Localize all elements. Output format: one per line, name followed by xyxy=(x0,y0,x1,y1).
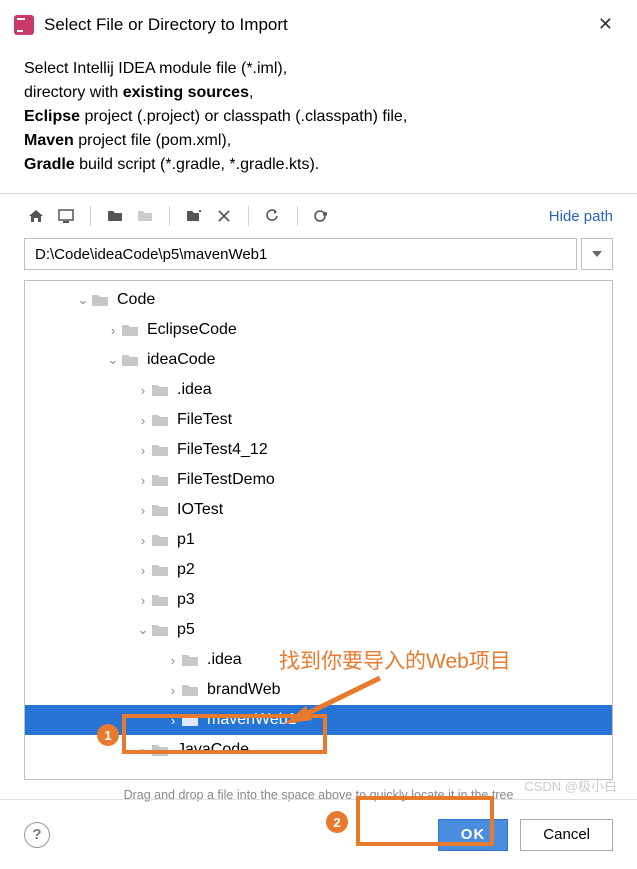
tree-node[interactable]: ⌄ Code xyxy=(25,285,612,315)
chevron-right-icon[interactable]: › xyxy=(135,413,151,428)
hide-path-link[interactable]: Hide path xyxy=(549,208,613,225)
watermark: CSDN @极小白 xyxy=(524,776,617,795)
folder-icon xyxy=(121,352,141,368)
tree-node-label: Code xyxy=(117,291,155,309)
dialog-title: Select File or Directory to Import xyxy=(44,15,578,35)
chevron-right-icon[interactable]: › xyxy=(135,443,151,458)
close-icon[interactable]: ✕ xyxy=(588,10,623,39)
chevron-down-icon[interactable]: ⌄ xyxy=(135,622,151,638)
separator xyxy=(297,206,298,226)
chevron-right-icon[interactable]: › xyxy=(135,533,151,548)
tree-node-label: .idea xyxy=(207,651,242,669)
tree-node[interactable]: › FileTest4_12 xyxy=(25,435,612,465)
chevron-right-icon[interactable]: › xyxy=(165,683,181,698)
home-icon[interactable] xyxy=(24,204,48,228)
cancel-button[interactable]: Cancel xyxy=(520,819,613,851)
tree-node[interactable]: › FileTest xyxy=(25,405,612,435)
tree-node-label: FileTest xyxy=(177,411,232,429)
tree-node[interactable]: › p2 xyxy=(25,555,612,585)
dialog-description: Select Intellij IDEA module file (*.iml)… xyxy=(0,47,637,185)
folder-icon xyxy=(151,742,171,758)
folder-icon xyxy=(181,712,201,728)
tree-node-label: mavenWeb1 xyxy=(207,711,297,729)
tree-node-label: brandWeb xyxy=(207,681,281,699)
tree-node-label: EclipseCode xyxy=(147,321,237,339)
chevron-right-icon[interactable]: › xyxy=(135,743,151,758)
chevron-right-icon[interactable]: › xyxy=(135,383,151,398)
chevron-right-icon[interactable]: › xyxy=(135,473,151,488)
tree-node[interactable]: › IOTest xyxy=(25,495,612,525)
folder-icon xyxy=(151,562,171,578)
tree-node[interactable]: › FileTestDemo xyxy=(25,465,612,495)
folder-icon xyxy=(151,472,171,488)
desktop-icon[interactable] xyxy=(54,204,78,228)
annotation-badge-2: 2 xyxy=(326,811,348,833)
chevron-down-icon[interactable]: ⌄ xyxy=(75,292,91,308)
chevron-right-icon[interactable]: › xyxy=(135,503,151,518)
tree-node[interactable]: ⌄ ideaCode xyxy=(25,345,612,375)
tree-node-label: p2 xyxy=(177,561,195,579)
path-input[interactable] xyxy=(24,238,577,270)
help-button[interactable]: ? xyxy=(24,822,50,848)
folder-icon xyxy=(151,622,171,638)
annotation-badge-1: 1 xyxy=(97,724,119,746)
show-hidden-icon[interactable] xyxy=(310,204,334,228)
chevron-right-icon[interactable]: › xyxy=(105,323,121,338)
annotation-text: 找到你要导入的Web项目 xyxy=(279,645,511,675)
folder-icon xyxy=(151,592,171,608)
chevron-right-icon[interactable]: › xyxy=(135,593,151,608)
tree-node-label: FileTestDemo xyxy=(177,471,275,489)
folder-icon xyxy=(151,442,171,458)
chevron-right-icon[interactable]: › xyxy=(135,563,151,578)
delete-icon[interactable] xyxy=(212,204,236,228)
tree-node-label: p3 xyxy=(177,591,195,609)
path-dropdown-button[interactable] xyxy=(581,238,613,270)
tree-node-label: p5 xyxy=(177,621,195,639)
tree-node-label: .idea xyxy=(177,381,212,399)
folder-icon xyxy=(181,682,201,698)
tree-node-label: IOTest xyxy=(177,501,223,519)
chevron-down-icon[interactable]: ⌄ xyxy=(105,352,121,368)
chevron-right-icon[interactable]: › xyxy=(165,653,181,668)
tree-node[interactable]: ⌄ p5 xyxy=(25,615,612,645)
tree-node-label: ideaCode xyxy=(147,351,216,369)
app-icon xyxy=(14,15,34,35)
separator xyxy=(248,206,249,226)
toolbar: Hide path xyxy=(0,194,637,238)
new-folder-icon[interactable] xyxy=(103,204,127,228)
tree-node[interactable]: › p1 xyxy=(25,525,612,555)
folder-plus-icon[interactable] xyxy=(182,204,206,228)
separator xyxy=(169,206,170,226)
folder-icon xyxy=(181,652,201,668)
folder-icon xyxy=(91,292,111,308)
tree-node-label: FileTest4_12 xyxy=(177,441,268,459)
tree-node[interactable]: › brandWeb xyxy=(25,675,612,705)
ok-button[interactable]: OK xyxy=(438,819,509,851)
folder-icon xyxy=(151,532,171,548)
refresh-icon[interactable] xyxy=(261,204,285,228)
file-tree[interactable]: ⌄ Code › EclipseCode ⌄ ideaCode › .idea › FileTes… xyxy=(25,281,612,779)
new-folder-disabled-icon xyxy=(133,204,157,228)
folder-icon xyxy=(151,412,171,428)
tree-node[interactable]: › p3 xyxy=(25,585,612,615)
folder-icon xyxy=(121,322,141,338)
folder-icon xyxy=(151,382,171,398)
tree-node-label: p1 xyxy=(177,531,195,549)
separator xyxy=(90,206,91,226)
tree-node-label: JavaCode xyxy=(177,741,249,759)
tree-node[interactable]: › EclipseCode xyxy=(25,315,612,345)
tree-node[interactable]: › .idea xyxy=(25,375,612,405)
folder-icon xyxy=(151,502,171,518)
chevron-right-icon[interactable]: › xyxy=(165,713,181,728)
